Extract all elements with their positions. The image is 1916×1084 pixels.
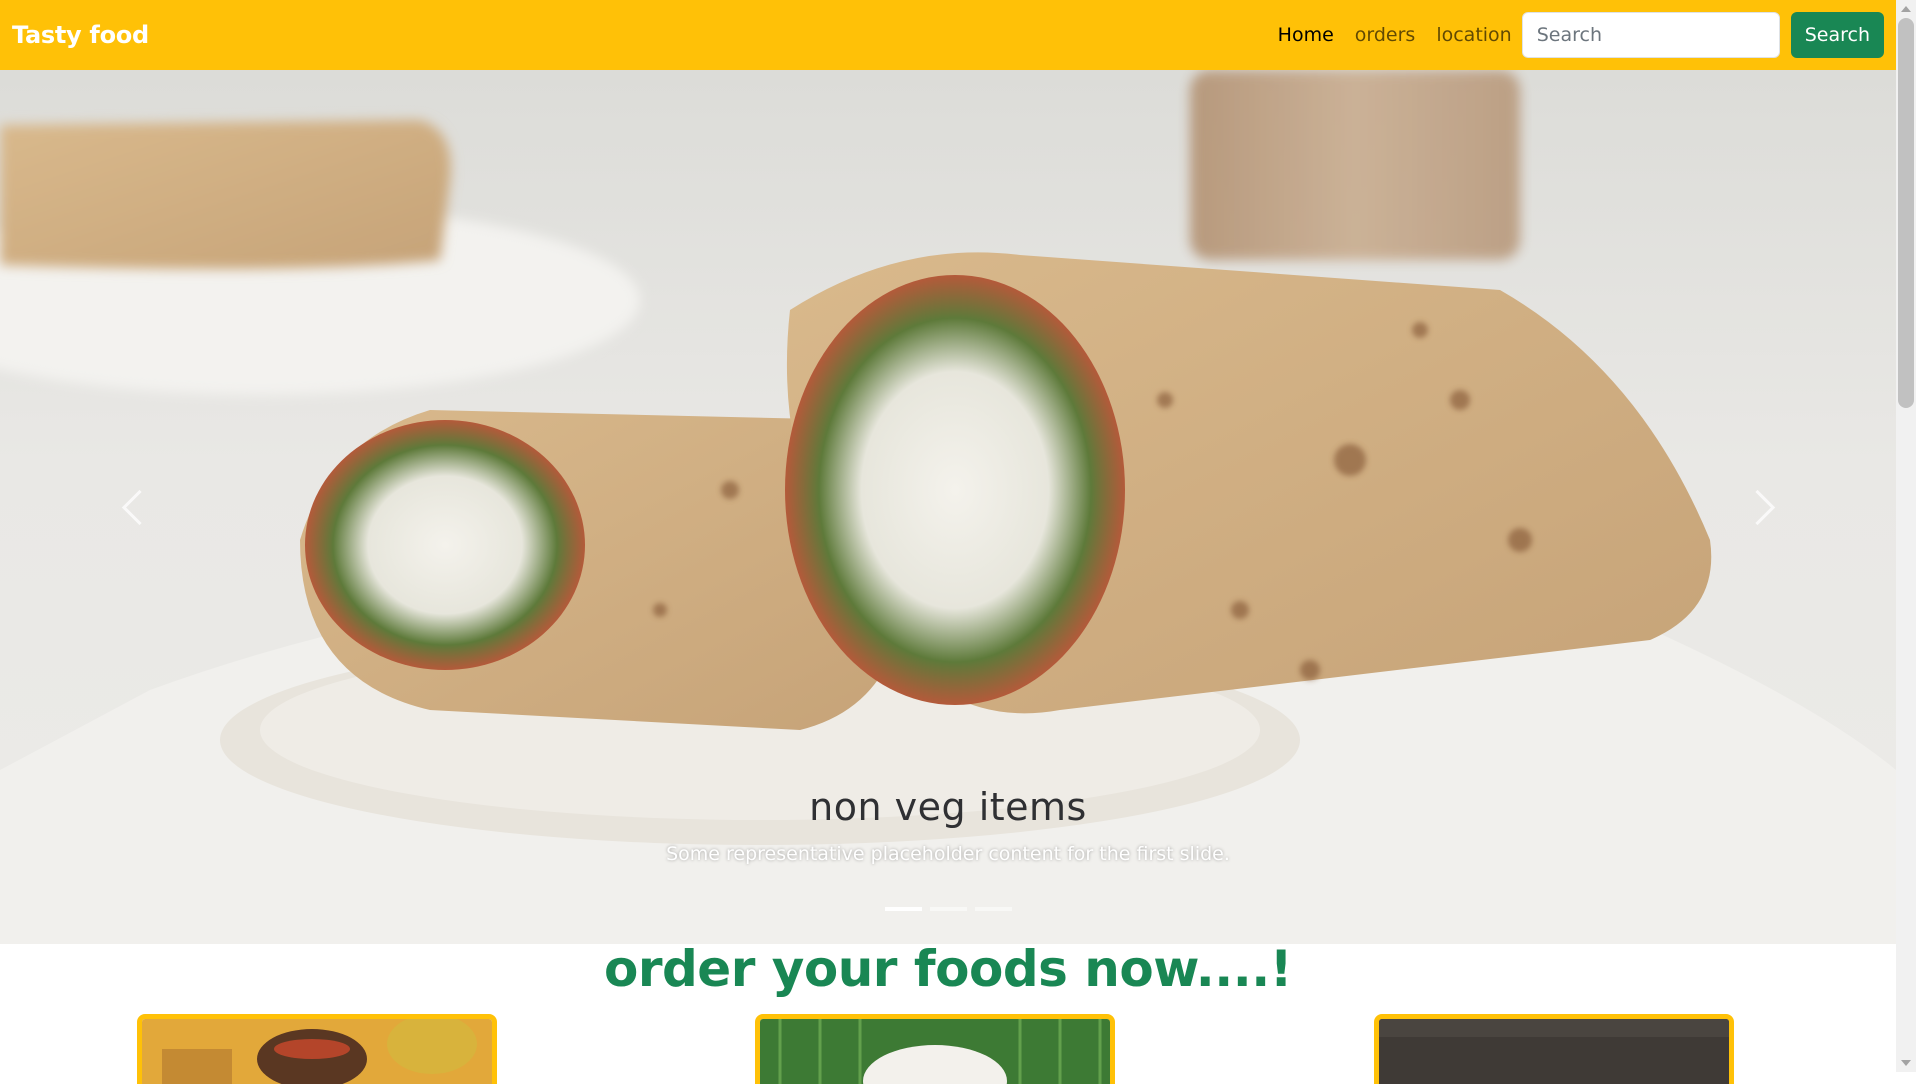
food-card-3[interactable]: [1374, 1014, 1734, 1084]
nav-link-orders[interactable]: orders: [1355, 24, 1416, 46]
carousel-indicator-2[interactable]: [929, 907, 967, 911]
nav-link-home[interactable]: Home: [1278, 24, 1334, 46]
caption-text: Some representative placeholder content …: [666, 843, 1230, 865]
chevron-right-icon: [1739, 489, 1775, 525]
scroll-up-arrow-icon[interactable]: [1901, 6, 1911, 12]
chevron-left-icon: [121, 489, 157, 525]
navbar-right: Home orders location Search: [1257, 12, 1884, 58]
food-card-1[interactable]: [137, 1014, 497, 1084]
search-input[interactable]: [1521, 12, 1780, 58]
food-card-2[interactable]: [755, 1014, 1115, 1084]
carousel-indicator-1[interactable]: [884, 907, 922, 911]
scroll-down-arrow-icon[interactable]: [1901, 1060, 1911, 1066]
carousel-indicator-3[interactable]: [974, 907, 1012, 911]
food-card-3-image: [1379, 1019, 1729, 1084]
navbar: Tasty food Home orders location Search: [0, 0, 1896, 70]
food-card-2-image: [760, 1019, 1110, 1084]
carousel-indicators: [0, 907, 1896, 911]
carousel-caption: non veg items Some representative placeh…: [0, 785, 1896, 865]
section-title: order your foods now....!: [603, 940, 1293, 998]
nav-link-location[interactable]: location: [1436, 24, 1511, 46]
hero-carousel: non veg items Some representative placeh…: [0, 70, 1896, 944]
search-button[interactable]: Search: [1790, 12, 1884, 58]
caption-title: non veg items: [809, 785, 1087, 829]
brand-logo[interactable]: Tasty food: [12, 21, 149, 49]
food-card-1-image: [142, 1019, 492, 1084]
scrollbar-thumb[interactable]: [1898, 18, 1914, 408]
page-scrollbar[interactable]: [1896, 0, 1916, 1072]
